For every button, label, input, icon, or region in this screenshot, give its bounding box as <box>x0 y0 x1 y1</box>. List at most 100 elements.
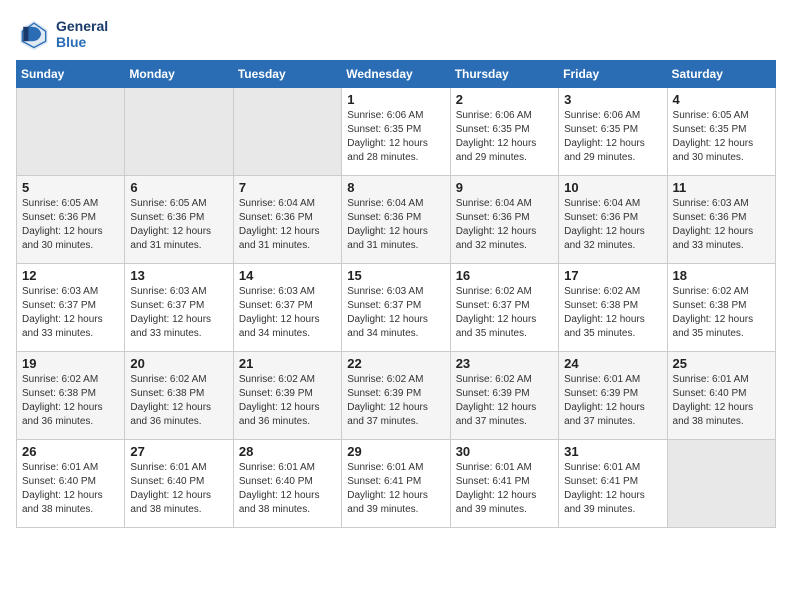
day-info: Sunrise: 6:06 AMSunset: 6:35 PMDaylight:… <box>456 109 553 165</box>
logo-icon <box>16 16 52 52</box>
day-info: Sunrise: 6:01 AMSunset: 6:39 PMDaylight:… <box>564 373 661 429</box>
day-number: 31 <box>564 444 661 459</box>
calendar-header: SundayMondayTuesdayWednesdayThursdayFrid… <box>17 61 776 88</box>
day-info: Sunrise: 6:02 AMSunset: 6:39 PMDaylight:… <box>456 373 553 429</box>
calendar-cell <box>125 88 233 176</box>
day-of-week-header: Monday <box>125 61 233 88</box>
calendar-cell: 21 Sunrise: 6:02 AMSunset: 6:39 PMDayligh… <box>233 352 341 440</box>
calendar-cell: 8 Sunrise: 6:04 AMSunset: 6:36 PMDaylight… <box>342 176 450 264</box>
day-info: Sunrise: 6:02 AMSunset: 6:38 PMDaylight:… <box>564 285 661 341</box>
day-of-week-header: Tuesday <box>233 61 341 88</box>
logo-text: General Blue <box>56 18 108 50</box>
day-number: 7 <box>239 180 336 195</box>
day-number: 15 <box>347 268 444 283</box>
day-number: 1 <box>347 92 444 107</box>
day-info: Sunrise: 6:06 AMSunset: 6:35 PMDaylight:… <box>564 109 661 165</box>
day-info: Sunrise: 6:02 AMSunset: 6:39 PMDaylight:… <box>347 373 444 429</box>
calendar-table: SundayMondayTuesdayWednesdayThursdayFrid… <box>16 60 776 528</box>
day-number: 24 <box>564 356 661 371</box>
day-number: 29 <box>347 444 444 459</box>
day-info: Sunrise: 6:04 AMSunset: 6:36 PMDaylight:… <box>239 197 336 253</box>
day-number: 10 <box>564 180 661 195</box>
calendar-week-row: 19 Sunrise: 6:02 AMSunset: 6:38 PMDayligh… <box>17 352 776 440</box>
day-number: 23 <box>456 356 553 371</box>
day-number: 22 <box>347 356 444 371</box>
day-info: Sunrise: 6:01 AMSunset: 6:40 PMDaylight:… <box>22 461 119 517</box>
day-info: Sunrise: 6:02 AMSunset: 6:38 PMDaylight:… <box>22 373 119 429</box>
day-of-week-header: Saturday <box>667 61 775 88</box>
day-number: 21 <box>239 356 336 371</box>
calendar-cell: 9Sunrise: 6:04 AMSunset: 6:36 PMDaylight… <box>450 176 558 264</box>
calendar-cell: 3 Sunrise: 6:06 AMSunset: 6:35 PMDaylight… <box>559 88 667 176</box>
calendar-cell: 26 Sunrise: 6:01 AMSunset: 6:40 PMDayligh… <box>17 440 125 528</box>
day-info: Sunrise: 6:06 AMSunset: 6:35 PMDaylight:… <box>347 109 444 165</box>
day-number: 27 <box>130 444 227 459</box>
day-number: 16 <box>456 268 553 283</box>
calendar-cell: 13Sunrise: 6:03 AMSunset: 6:37 PMDayligh… <box>125 264 233 352</box>
day-info: Sunrise: 6:03 AMSunset: 6:37 PMDaylight:… <box>239 285 336 341</box>
day-info: Sunrise: 6:05 AMSunset: 6:36 PMDaylight:… <box>22 197 119 253</box>
day-info: Sunrise: 6:01 AMSunset: 6:41 PMDaylight:… <box>456 461 553 517</box>
calendar-week-row: 26 Sunrise: 6:01 AMSunset: 6:40 PMDayligh… <box>17 440 776 528</box>
calendar-cell: 19 Sunrise: 6:02 AMSunset: 6:38 PMDayligh… <box>17 352 125 440</box>
day-info: Sunrise: 6:02 AMSunset: 6:39 PMDaylight:… <box>239 373 336 429</box>
day-number: 6 <box>130 180 227 195</box>
calendar-cell: 17 Sunrise: 6:02 AMSunset: 6:38 PMDayligh… <box>559 264 667 352</box>
calendar-cell: 27 Sunrise: 6:01 AMSunset: 6:40 PMDayligh… <box>125 440 233 528</box>
day-info: Sunrise: 6:01 AMSunset: 6:41 PMDaylight:… <box>347 461 444 517</box>
day-of-week-header: Thursday <box>450 61 558 88</box>
day-of-week-header: Sunday <box>17 61 125 88</box>
day-number: 4 <box>673 92 770 107</box>
logo: General Blue <box>16 16 108 52</box>
calendar-cell: 24 Sunrise: 6:01 AMSunset: 6:39 PMDayligh… <box>559 352 667 440</box>
day-info: Sunrise: 6:01 AMSunset: 6:40 PMDaylight:… <box>673 373 770 429</box>
day-info: Sunrise: 6:05 AMSunset: 6:35 PMDaylight:… <box>673 109 770 165</box>
calendar-cell <box>17 88 125 176</box>
day-number: 12 <box>22 268 119 283</box>
calendar-cell: 29 Sunrise: 6:01 AMSunset: 6:41 PMDayligh… <box>342 440 450 528</box>
day-number: 26 <box>22 444 119 459</box>
day-info: Sunrise: 6:02 AMSunset: 6:38 PMDaylight:… <box>673 285 770 341</box>
day-info: Sunrise: 6:04 AMSunset: 6:36 PMDaylight:… <box>564 197 661 253</box>
day-info: Sunrise: 6:04 AMSunset: 6:36 PMDaylight:… <box>347 197 444 253</box>
calendar-cell: 22 Sunrise: 6:02 AMSunset: 6:39 PMDayligh… <box>342 352 450 440</box>
day-number: 17 <box>564 268 661 283</box>
calendar-cell: 23 Sunrise: 6:02 AMSunset: 6:39 PMDayligh… <box>450 352 558 440</box>
calendar-cell: 18Sunrise: 6:02 AMSunset: 6:38 PMDayligh… <box>667 264 775 352</box>
day-number: 2 <box>456 92 553 107</box>
day-number: 5 <box>22 180 119 195</box>
days-of-week-row: SundayMondayTuesdayWednesdayThursdayFrid… <box>17 61 776 88</box>
calendar-cell: 1 Sunrise: 6:06 AMSunset: 6:35 PMDaylight… <box>342 88 450 176</box>
day-info: Sunrise: 6:03 AMSunset: 6:36 PMDaylight:… <box>673 197 770 253</box>
calendar-cell: 30 Sunrise: 6:01 AMSunset: 6:41 PMDayligh… <box>450 440 558 528</box>
day-number: 30 <box>456 444 553 459</box>
calendar-cell: 4 Sunrise: 6:05 AMSunset: 6:35 PMDaylight… <box>667 88 775 176</box>
calendar-cell: 5 Sunrise: 6:05 AMSunset: 6:36 PMDaylight… <box>17 176 125 264</box>
calendar-cell: 28Sunrise: 6:01 AMSunset: 6:40 PMDayligh… <box>233 440 341 528</box>
day-number: 19 <box>22 356 119 371</box>
calendar-week-row: 1 Sunrise: 6:06 AMSunset: 6:35 PMDaylight… <box>17 88 776 176</box>
day-info: Sunrise: 6:01 AMSunset: 6:40 PMDaylight:… <box>239 461 336 517</box>
day-info: Sunrise: 6:01 AMSunset: 6:40 PMDaylight:… <box>130 461 227 517</box>
calendar-cell: 7 Sunrise: 6:04 AMSunset: 6:36 PMDaylight… <box>233 176 341 264</box>
calendar-cell: 10 Sunrise: 6:04 AMSunset: 6:36 PMDayligh… <box>559 176 667 264</box>
day-number: 9 <box>456 180 553 195</box>
day-of-week-header: Wednesday <box>342 61 450 88</box>
day-number: 11 <box>673 180 770 195</box>
calendar-body: 1 Sunrise: 6:06 AMSunset: 6:35 PMDaylight… <box>17 88 776 528</box>
calendar-cell: 20 Sunrise: 6:02 AMSunset: 6:38 PMDayligh… <box>125 352 233 440</box>
day-info: Sunrise: 6:03 AMSunset: 6:37 PMDaylight:… <box>22 285 119 341</box>
calendar-week-row: 5 Sunrise: 6:05 AMSunset: 6:36 PMDaylight… <box>17 176 776 264</box>
calendar-cell: 31 Sunrise: 6:01 AMSunset: 6:41 PMDayligh… <box>559 440 667 528</box>
calendar-cell: 11 Sunrise: 6:03 AMSunset: 6:36 PMDayligh… <box>667 176 775 264</box>
day-number: 3 <box>564 92 661 107</box>
day-number: 8 <box>347 180 444 195</box>
calendar-cell: 12 Sunrise: 6:03 AMSunset: 6:37 PMDayligh… <box>17 264 125 352</box>
day-info: Sunrise: 6:01 AMSunset: 6:41 PMDaylight:… <box>564 461 661 517</box>
calendar-cell <box>233 88 341 176</box>
day-number: 25 <box>673 356 770 371</box>
day-number: 13 <box>130 268 227 283</box>
day-number: 20 <box>130 356 227 371</box>
calendar-cell: 25 Sunrise: 6:01 AMSunset: 6:40 PMDayligh… <box>667 352 775 440</box>
day-info: Sunrise: 6:02 AMSunset: 6:38 PMDaylight:… <box>130 373 227 429</box>
